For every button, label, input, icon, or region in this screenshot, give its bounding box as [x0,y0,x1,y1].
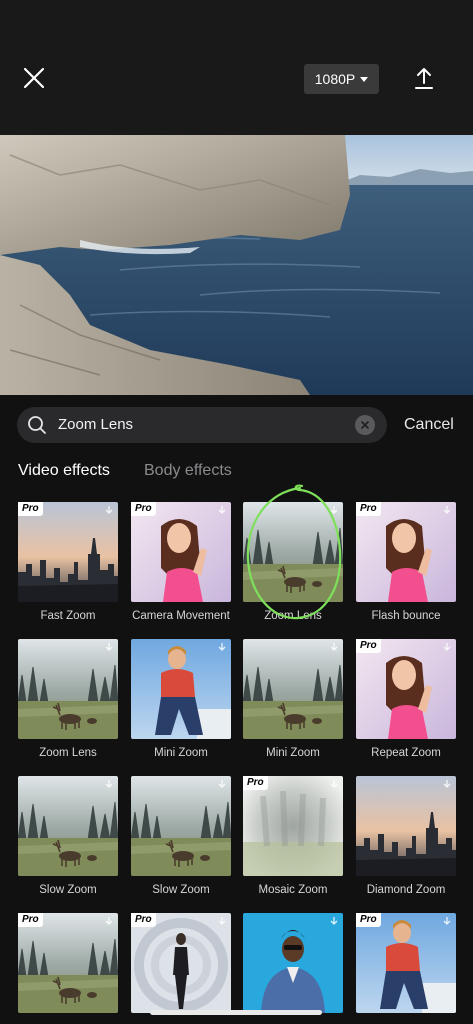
effect-tile[interactable]: Zoom Lens [243,502,343,628]
effect-thumbnail [131,913,231,1013]
effect-thumbnail [18,502,118,602]
effect-label: Mini Zoom [154,747,208,759]
pro-badge: Pro [356,639,381,653]
download-icon [330,643,338,651]
download-icon [218,780,226,788]
upload-icon [415,68,433,89]
download-icon [330,780,338,788]
effect-tile[interactable]: Pro Camera Movement [131,502,231,628]
download-icon [330,506,338,514]
tab-video-effects[interactable]: Video effects [18,462,110,480]
clear-icon [361,421,369,429]
effect-label: Mini Zoom [266,747,320,759]
download-icon [105,506,113,514]
effect-thumbnail [356,913,456,1013]
close-button[interactable] [20,64,48,92]
effect-thumbnail [243,502,343,602]
search-bar[interactable]: Zoom Lens [17,407,387,443]
effect-thumbnail [356,639,456,739]
effect-tile[interactable]: Pro [131,913,231,1015]
effect-tile[interactable]: Mini Zoom [243,639,343,765]
close-icon [23,67,45,89]
download-icon [105,917,113,925]
effect-tile[interactable]: Pro [356,913,456,1015]
pro-badge: Pro [18,913,43,927]
download-icon [218,643,226,651]
resolution-dropdown[interactable]: 1080P [304,64,379,94]
effect-label: Repeat Zoom [371,747,441,759]
pro-badge: Pro [131,913,156,927]
effect-label: Fast Zoom [40,610,96,622]
effect-label: Diamond Zoom [366,884,446,896]
effect-thumbnail [131,502,231,602]
effect-tile[interactable]: Pro Flash bounce [356,502,456,628]
download-icon [443,917,451,925]
resolution-label: 1080P [314,71,356,87]
effect-label: Zoom Lens [39,747,97,759]
download-icon [105,780,113,788]
video-preview[interactable] [0,135,473,395]
effect-label: Zoom Lens [264,610,322,622]
pro-badge: Pro [356,913,381,927]
effect-tile[interactable]: Pro [18,913,118,1015]
effects-panel: Zoom Lens Cancel Video effects Body effe… [0,395,473,1024]
effect-thumbnail [356,502,456,602]
effect-thumbnail [18,639,118,739]
download-icon [218,917,226,925]
effect-thumbnail [18,913,118,1013]
effect-tile[interactable]: Pro Fast Zoom [18,502,118,628]
pro-badge: Pro [356,502,381,516]
caret-down-icon [360,76,369,82]
export-button[interactable] [410,64,438,92]
pro-badge: Pro [131,502,156,516]
search-icon [28,416,46,434]
effect-thumbnail [18,776,118,876]
top-bar: 1080P [0,0,473,135]
effect-tile[interactable]: Pro Repeat Zoom [356,639,456,765]
effect-tile[interactable]: Mini Zoom [131,639,231,765]
effect-tile[interactable]: Slow Zoom [18,776,118,902]
effect-thumbnail [243,913,343,1013]
pro-badge: Pro [18,502,43,516]
effect-tile[interactable]: Pro Mosaic Zoom [243,776,343,902]
download-icon [330,917,338,925]
home-indicator [150,1010,322,1015]
effect-label: Camera Movement [132,610,230,622]
tab-body-effects[interactable]: Body effects [144,462,232,480]
effect-tile[interactable]: Slow Zoom [131,776,231,902]
effect-label: Slow Zoom [39,884,97,896]
download-icon [218,506,226,514]
effect-tile[interactable]: Diamond Zoom [356,776,456,902]
download-icon [443,780,451,788]
effect-label: Flash bounce [371,610,441,622]
pro-badge: Pro [243,776,268,790]
effect-thumbnail [243,776,343,876]
download-icon [443,643,451,651]
download-icon [105,643,113,651]
search-input[interactable]: Zoom Lens [58,416,133,433]
effect-label: Mosaic Zoom [258,884,328,896]
download-icon [443,506,451,514]
effect-thumbnail [356,776,456,876]
effect-tile[interactable]: Zoom Lens [18,639,118,765]
effect-tile[interactable] [243,913,343,1015]
effect-label: Slow Zoom [152,884,210,896]
cancel-button[interactable]: Cancel [404,416,454,434]
clear-search-button[interactable] [355,415,375,435]
effect-thumbnail [131,639,231,739]
effect-thumbnail [243,639,343,739]
effect-thumbnail [131,776,231,876]
